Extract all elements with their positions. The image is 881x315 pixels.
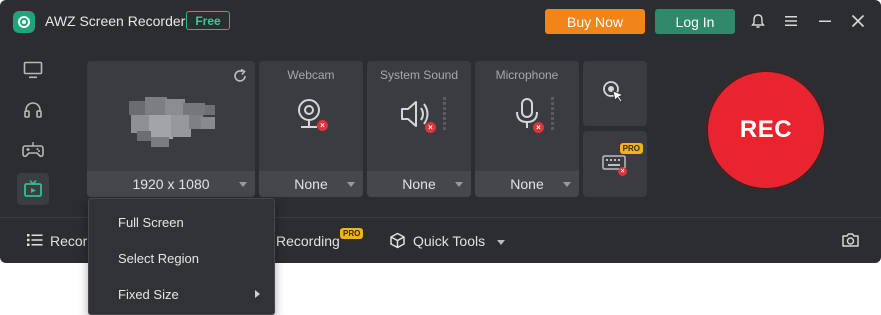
chevron-down-icon [455, 182, 463, 187]
chevron-down-icon [563, 182, 571, 187]
schedule-recording-button[interactable]: Recording [276, 233, 340, 249]
list-icon [27, 234, 43, 246]
chevron-down-icon [347, 182, 355, 187]
system-sound-panel[interactable]: System Sound × None [367, 61, 471, 197]
system-sound-label: System Sound [379, 68, 459, 82]
cube-icon [390, 232, 405, 249]
pro-badge: PRO [340, 228, 364, 239]
system-sound-value: None [402, 176, 436, 192]
menu-icon[interactable] [782, 12, 800, 30]
microphone-panel[interactable]: Microphone × None [475, 61, 579, 197]
volume-level-meter [443, 97, 446, 130]
log-in-button[interactable]: Log In [655, 9, 735, 34]
app-logo-icon [13, 11, 35, 33]
chevron-right-icon [255, 290, 260, 298]
disabled-badge-icon: × [425, 122, 436, 133]
menu-item-label: Select Region [118, 250, 199, 266]
mode-screen-button[interactable] [17, 54, 49, 86]
mode-tv-button[interactable] [17, 173, 49, 205]
buy-now-button[interactable]: Buy Now [545, 9, 645, 34]
mic-level-meter [551, 97, 554, 130]
resolution-dropdown[interactable]: 1920 x 1080 [87, 171, 255, 197]
quick-tools-button[interactable]: Quick Tools [413, 233, 505, 249]
screen-panel[interactable]: 1920 x 1080 [87, 61, 255, 197]
tv-icon [24, 179, 42, 197]
webcam-label: Webcam [287, 68, 335, 82]
screen-preview-thumbnail [129, 97, 215, 147]
pro-badge: PRO [619, 143, 643, 154]
bell-icon[interactable] [749, 12, 767, 30]
quick-tools-label: Quick Tools [413, 233, 486, 249]
resolution-value: 1920 x 1080 [132, 176, 210, 192]
webcam-panel[interactable]: Webcam × None [259, 61, 363, 197]
minimize-icon[interactable] [816, 12, 834, 30]
system-sound-dropdown[interactable]: None [367, 171, 471, 197]
cursor-effects-button[interactable] [583, 61, 647, 126]
webcam-value: None [294, 176, 328, 192]
keystroke-button[interactable]: PRO × [583, 131, 647, 197]
disabled-badge-icon: × [533, 122, 544, 133]
gamepad-icon [22, 142, 44, 158]
app-title: AWZ Screen Recorder [45, 13, 186, 29]
chevron-down-icon [497, 239, 505, 245]
disabled-badge-icon: × [618, 167, 627, 176]
close-icon[interactable] [849, 12, 867, 30]
resolution-menu: Full Screen Select Region Fixed Size [88, 198, 275, 315]
microphone-label: Microphone [495, 68, 559, 82]
menu-item-label: Fixed Size [118, 286, 179, 302]
mode-audio-button[interactable] [17, 94, 49, 126]
disabled-badge-icon: × [317, 120, 328, 131]
plan-badge: Free [186, 11, 230, 30]
cursor-click-icon [603, 81, 625, 103]
monitor-icon [23, 61, 43, 79]
menu-item-fixed-size[interactable]: Fixed Size [89, 277, 274, 311]
menu-item-select-region[interactable]: Select Region [89, 241, 274, 275]
mode-game-button[interactable] [17, 134, 49, 166]
webcam-dropdown[interactable]: None [259, 171, 363, 197]
chevron-down-icon [239, 182, 247, 187]
microphone-value: None [510, 176, 544, 192]
menu-item-label: Full Screen [118, 214, 184, 230]
rec-button[interactable]: REC [706, 70, 826, 190]
camera-icon[interactable] [841, 232, 860, 248]
menu-item-full-screen[interactable]: Full Screen [89, 205, 274, 239]
microphone-dropdown[interactable]: None [475, 171, 579, 197]
recordings-list-button[interactable]: Recor [50, 233, 87, 249]
headphones-icon [24, 102, 42, 118]
